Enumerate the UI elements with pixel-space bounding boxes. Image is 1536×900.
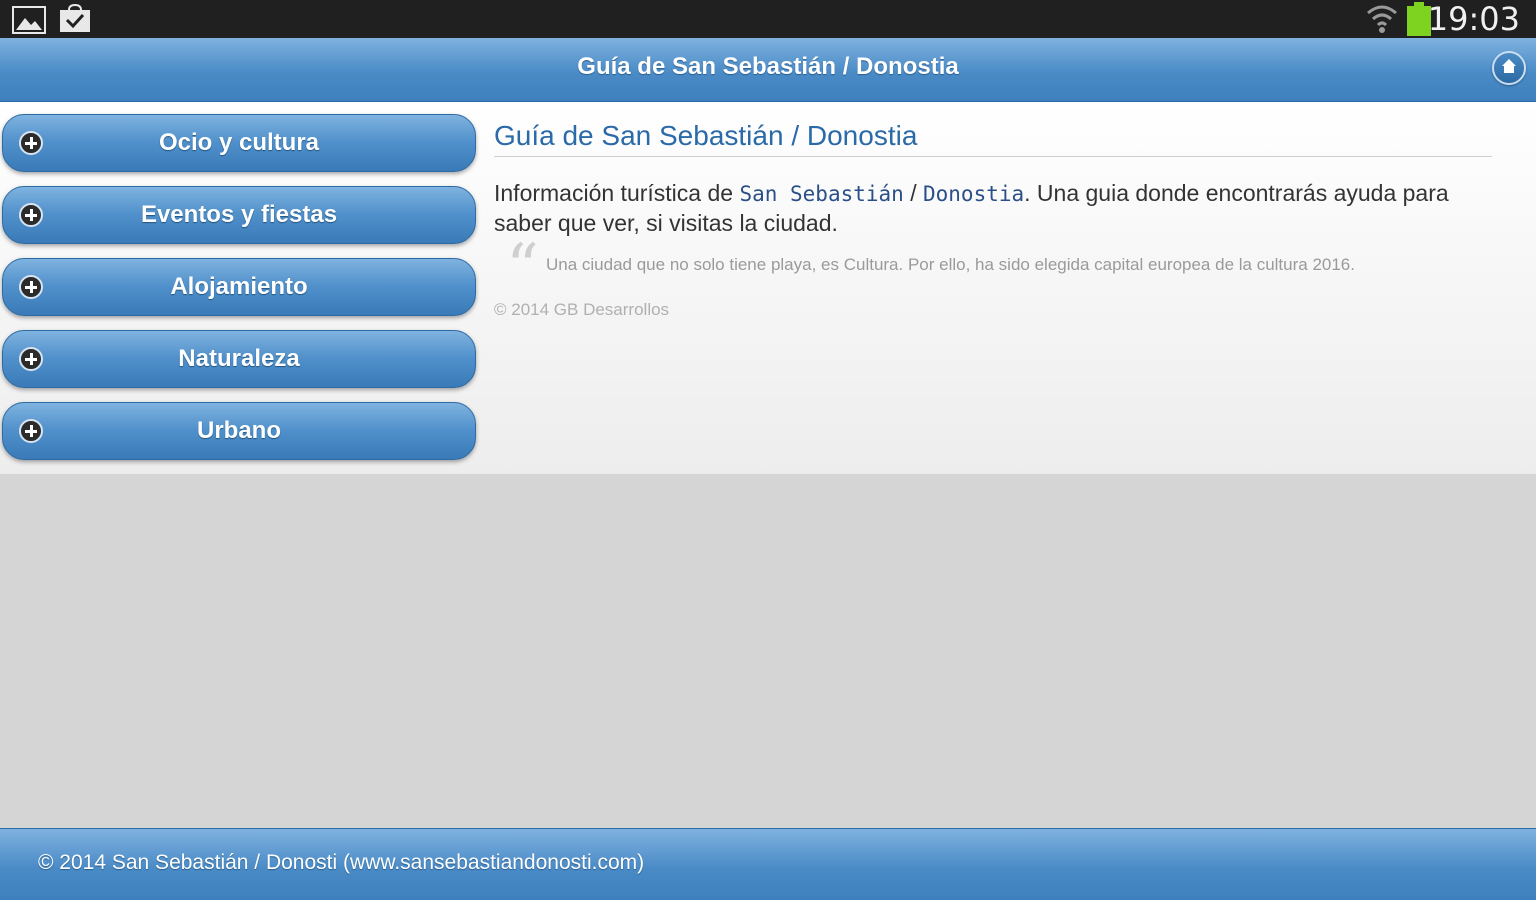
intro-prefix: Información turística de xyxy=(494,180,740,206)
nav-button-label: Urbano xyxy=(197,417,281,444)
plus-icon xyxy=(19,419,43,443)
home-button[interactable] xyxy=(1492,51,1526,85)
blockquote: “ Una ciudad que no solo tiene playa, es… xyxy=(506,236,1492,300)
category-nav: Ocio y cultura Eventos y fiestas Alojami… xyxy=(2,114,476,474)
content-area: Ocio y cultura Eventos y fiestas Alojami… xyxy=(0,102,1536,474)
nav-button-label: Ocio y cultura xyxy=(158,129,320,156)
plus-icon xyxy=(19,275,43,299)
wifi-icon xyxy=(1366,3,1398,40)
content-copyright: © 2014 GB Desarrollos xyxy=(494,300,670,319)
intro-code-san-sebastian: San Sebastián xyxy=(739,182,904,206)
quote-icon: “ xyxy=(506,231,539,305)
page-title: Guía de San Sebastián / Donostia xyxy=(494,120,1492,157)
nav-button-ocio-y-cultura[interactable]: Ocio y cultura xyxy=(2,114,476,172)
status-time: 19:03 xyxy=(1427,0,1520,38)
app-footer: © 2014 San Sebastián / Donosti (www.sans… xyxy=(0,828,1536,900)
plus-icon xyxy=(19,347,43,371)
gallery-icon xyxy=(12,6,46,39)
main-panel: Guía de San Sebastián / Donostia Informa… xyxy=(494,120,1492,320)
store-icon xyxy=(58,3,92,39)
quote-text: Una ciudad que no solo tiene playa, es C… xyxy=(546,255,1355,274)
nav-button-label: Alojamiento xyxy=(170,273,308,300)
plus-icon xyxy=(19,203,43,227)
home-icon xyxy=(1501,58,1517,79)
header-title: Guía de San Sebastián / Donostia xyxy=(577,53,959,80)
status-bar: 19:03 xyxy=(0,0,1536,38)
nav-button-eventos-y-fiestas[interactable]: Eventos y fiestas xyxy=(2,186,476,244)
nav-button-label: Eventos y fiestas xyxy=(140,201,338,228)
footer-text: © 2014 San Sebastián / Donosti (www.sans… xyxy=(38,851,645,874)
plus-icon xyxy=(19,131,43,155)
intro-separator: / xyxy=(903,180,923,206)
intro-paragraph: Información turística de San Sebastián /… xyxy=(494,179,1492,238)
nav-button-alojamiento[interactable]: Alojamiento xyxy=(2,258,476,316)
nav-button-urbano[interactable]: Urbano xyxy=(2,402,476,460)
app-header: Guía de San Sebastián / Donostia xyxy=(0,38,1536,102)
nav-button-label: Naturaleza xyxy=(178,345,300,372)
nav-button-naturaleza[interactable]: Naturaleza xyxy=(2,330,476,388)
intro-code-donostia: Donostia xyxy=(923,182,1025,206)
